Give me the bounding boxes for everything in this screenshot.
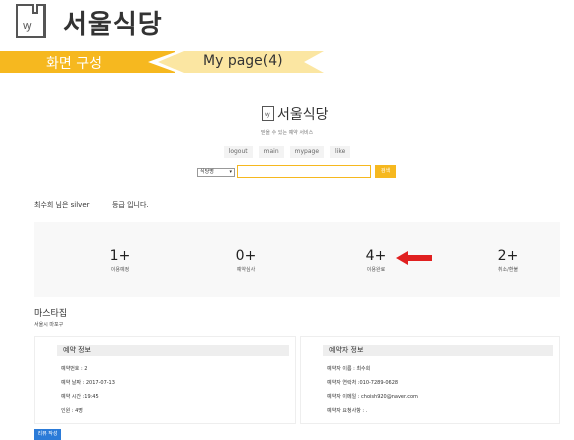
- restaurant-name: 마스타집: [34, 309, 68, 319]
- search-input[interactable]: [237, 165, 371, 178]
- search-category-select[interactable]: 식당명 ▾: [197, 168, 235, 177]
- banner-arrow-icon: [148, 51, 200, 73]
- reserver-info-header: 예약자 정보: [323, 345, 553, 356]
- reserver-name: 예약자 이름 : 최수희: [327, 366, 371, 372]
- bookmark-icon: [32, 4, 38, 14]
- write-review-button[interactable]: 리뷰 작성: [34, 429, 61, 440]
- app-logo-icon: ꝡ: [262, 106, 274, 121]
- nav-mypage[interactable]: mypage: [289, 146, 325, 158]
- app-logo-text[interactable]: 서울식당: [277, 104, 329, 124]
- utensils-icon: ꝡ: [23, 19, 32, 32]
- page-label: My page(4): [203, 53, 283, 69]
- stat-upcoming[interactable]: 1+ 이용예정: [80, 248, 160, 273]
- chevron-down-icon: ▾: [229, 169, 232, 175]
- nav-main[interactable]: main: [258, 146, 284, 158]
- banner-end-arrow-icon: [300, 51, 340, 73]
- slide-title: 서울식당: [63, 10, 163, 40]
- select-value: 식당명: [200, 169, 214, 175]
- stats-panel: 1+ 이용예정 0+ 예약심사 4+ 이용완료 2+ 취소/환불: [34, 222, 560, 297]
- stat-review[interactable]: 0+ 예약심사: [206, 248, 286, 273]
- reserver-phone: 예약자 연락처 :010-7289-0628: [327, 380, 399, 386]
- reserver-request: 예약자 요청사항 : .: [327, 408, 368, 414]
- stat-label: 이용예정: [110, 267, 130, 273]
- top-nav: logout main mypage like: [0, 146, 574, 158]
- nav-logout[interactable]: logout: [223, 146, 253, 158]
- reservation-info-header: 예약 정보: [57, 345, 289, 356]
- grade-suffix: 등급 입니다.: [111, 201, 149, 209]
- section-label: 화면 구성: [46, 56, 102, 72]
- grade-prefix: 최수희 님은 silver: [34, 201, 90, 209]
- restaurant-address: 서울시 마포구: [34, 322, 64, 328]
- stat-value: 2+: [497, 248, 519, 264]
- nav-like[interactable]: like: [330, 146, 351, 158]
- slide-logo-icon: ꝡ: [16, 4, 46, 38]
- stat-cancelled[interactable]: 2+ 취소/환불: [468, 248, 548, 273]
- reservation-time: 예약 시간 :19:45: [61, 394, 99, 400]
- app-tagline: 믿을 수 있는 예약 서비스: [260, 130, 314, 136]
- reservation-date: 예약 날짜 : 2017-07-13: [61, 380, 115, 386]
- search-button[interactable]: 검색: [375, 165, 396, 178]
- reservation-party-size: 인원 : 4명: [61, 408, 83, 414]
- reserver-email: 예약자 이메일 : choish920@naver.com: [327, 394, 418, 400]
- stat-label: 이용완료: [366, 267, 386, 273]
- reserver-info-panel: 예약자 정보 예약자 이름 : 최수희 예약자 연락처 :010-7289-06…: [300, 336, 560, 424]
- reservation-number: 예약번호 : 2: [61, 366, 88, 372]
- stat-value: 0+: [235, 248, 257, 264]
- stat-label: 취소/환불: [497, 267, 519, 273]
- reservation-info-panel: 예약 정보 예약번호 : 2 예약 날짜 : 2017-07-13 예약 시간 …: [34, 336, 296, 424]
- stat-value: 1+: [109, 248, 131, 264]
- red-arrow-icon: [396, 251, 432, 265]
- stat-label: 예약심사: [236, 267, 256, 273]
- grade-message: 최수희 님은 silver 등급 입니다.: [34, 200, 149, 210]
